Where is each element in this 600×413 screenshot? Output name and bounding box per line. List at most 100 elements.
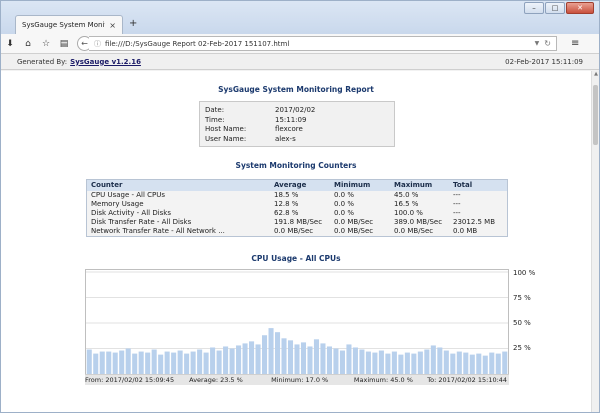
cpu-bar (456, 351, 462, 374)
table-cell: --- (453, 200, 461, 208)
info-row: User Name: alex-s (205, 135, 389, 145)
counters-table: Counter Average Minimum Maximum Total CP… (86, 179, 508, 237)
cpu-bar (216, 350, 222, 374)
cpu-bar (437, 347, 443, 374)
cpu-bar (424, 349, 430, 374)
cpu-bar (125, 348, 131, 374)
cpu-bar (145, 352, 151, 374)
cpu-bar (385, 353, 391, 374)
info-value: flexcore (275, 125, 303, 133)
new-tab-button[interactable]: + (129, 18, 137, 29)
cpu-bar (300, 342, 307, 374)
address-bar[interactable]: ⓘ file:///D:/SysGauge Report 02-Feb-2017… (89, 36, 557, 51)
cpu-bar (287, 340, 294, 374)
page-scrollbar[interactable]: ▲ (591, 71, 599, 412)
home-icon[interactable]: ⌂ (19, 39, 37, 49)
cpu-bar (482, 355, 488, 374)
cpu-bar (236, 345, 242, 374)
table-cell: CPU Usage - All CPUs (91, 191, 166, 199)
bookmark-star-icon[interactable]: ☆ (37, 39, 55, 49)
tab-bar: SysGauge System Monitoring R... × + – □ … (1, 1, 599, 34)
product-link[interactable]: SysGauge v1.2.16 (70, 58, 141, 66)
cpu-bar (242, 343, 248, 374)
info-value: alex-s (275, 134, 296, 143)
download-icon[interactable]: ⬇ (1, 39, 19, 49)
reload-icon[interactable]: ↻ (544, 39, 551, 48)
cpu-bar (138, 351, 144, 374)
cpu-bar (391, 351, 397, 374)
table-cell: Disk Transfer Rate - All Disks (91, 218, 192, 226)
table-row: CPU Usage - All CPUs 18.5 % 0.0 % 45.0 %… (87, 191, 507, 200)
table-cell: 18.5 % (274, 191, 299, 199)
tab-report[interactable]: SysGauge System Monitoring R... × (15, 15, 123, 34)
cpu-bar (313, 339, 320, 374)
cpu-bar (443, 350, 449, 374)
page-info-icon[interactable]: ⓘ (94, 39, 101, 49)
page-content: SysGauge System Monitoring Report Date: … (1, 71, 591, 412)
cpu-bar (249, 341, 255, 374)
report-date: 02-Feb-2017 15:11:09 (505, 57, 583, 66)
table-cell: 0.0 % (334, 200, 355, 208)
hamburger-menu-icon[interactable]: ≡ (571, 38, 579, 49)
cpu-bar (119, 350, 125, 374)
cpu-bar (132, 353, 138, 374)
cpu-bar (177, 350, 183, 374)
table-cell: 45.0 % (394, 191, 419, 199)
table-cell: 0.0 MB/Sec (274, 227, 314, 235)
chart-to: To: 2017/02/02 15:10:44 (427, 376, 508, 384)
table-cell: 389.0 MB/Sec (394, 218, 443, 226)
info-row: Time: 15:11:09 (205, 116, 389, 126)
column-header: Maximum (394, 181, 433, 189)
table-header-row: Counter Average Minimum Maximum Total (87, 180, 507, 191)
table-cell: 12.8 % (274, 200, 299, 208)
cpu-bar (430, 345, 436, 374)
chart-minimum: Minimum: 17.0 % (271, 376, 329, 384)
cpu-bar (372, 352, 378, 374)
maximize-button[interactable]: □ (545, 2, 565, 14)
table-cell: 0.0 MB/Sec (394, 227, 434, 235)
cpu-bar (281, 338, 287, 374)
cpu-bar (274, 332, 281, 374)
table-cell: 100.0 % (394, 209, 423, 217)
minimize-button[interactable]: – (524, 2, 544, 14)
info-value: 15:11:09 (275, 115, 307, 124)
cpu-bar (476, 353, 482, 374)
table-row: Disk Transfer Rate - All Disks 191.8 MB/… (87, 218, 507, 227)
y-tick-label: 100 % (513, 269, 536, 277)
cpu-bar (294, 344, 300, 374)
info-key: Host Name: (205, 125, 247, 133)
column-header: Counter (91, 181, 123, 189)
table-cell: 0.0 % (334, 191, 355, 199)
cpu-bar (171, 352, 177, 374)
cpu-bar (359, 349, 365, 374)
tab-close-icon[interactable]: × (109, 21, 116, 30)
cpu-bar (463, 352, 469, 374)
cpu-bar (223, 346, 229, 374)
cpu-bar (346, 344, 352, 374)
url-dropdown-icon[interactable]: ▼ (535, 40, 540, 47)
table-cell: --- (453, 191, 461, 199)
table-cell: Disk Activity - All Disks (91, 209, 172, 217)
column-header: Total (453, 181, 473, 189)
cpu-bar (112, 352, 118, 374)
scroll-thumb[interactable] (593, 85, 598, 145)
cpu-bar (398, 354, 404, 374)
cpu-bar (333, 348, 339, 374)
report-header-bar: Generated By: SysGauge v1.2.16 02-Feb-20… (1, 54, 599, 70)
cpu-bar (151, 349, 157, 374)
cpu-bar (469, 354, 475, 374)
cpu-bar (378, 350, 384, 374)
table-cell: 23012.5 MB (453, 218, 496, 226)
clipboard-icon[interactable]: ▤ (55, 39, 73, 49)
nav-toolbar: ⬇ ⌂ ☆ ▤ ← ⓘ file:///D:/SysGauge Report 0… (1, 34, 599, 54)
info-row: Host Name: flexcore (205, 125, 389, 135)
cpu-bar (210, 347, 216, 374)
cpu-bar (365, 351, 371, 374)
table-row: Disk Activity - All Disks 62.8 % 0.0 % 1… (87, 209, 507, 218)
scroll-up-arrow-icon[interactable]: ▲ (592, 71, 600, 79)
close-window-button[interactable]: ✕ (566, 2, 594, 14)
url-text[interactable]: file:///D:/SysGauge Report 02-Feb-2017 1… (105, 40, 531, 48)
cpu-chart-svg (86, 271, 508, 374)
cpu-bar (489, 352, 495, 374)
table-row: Network Transfer Rate - All Network ... … (87, 227, 507, 236)
